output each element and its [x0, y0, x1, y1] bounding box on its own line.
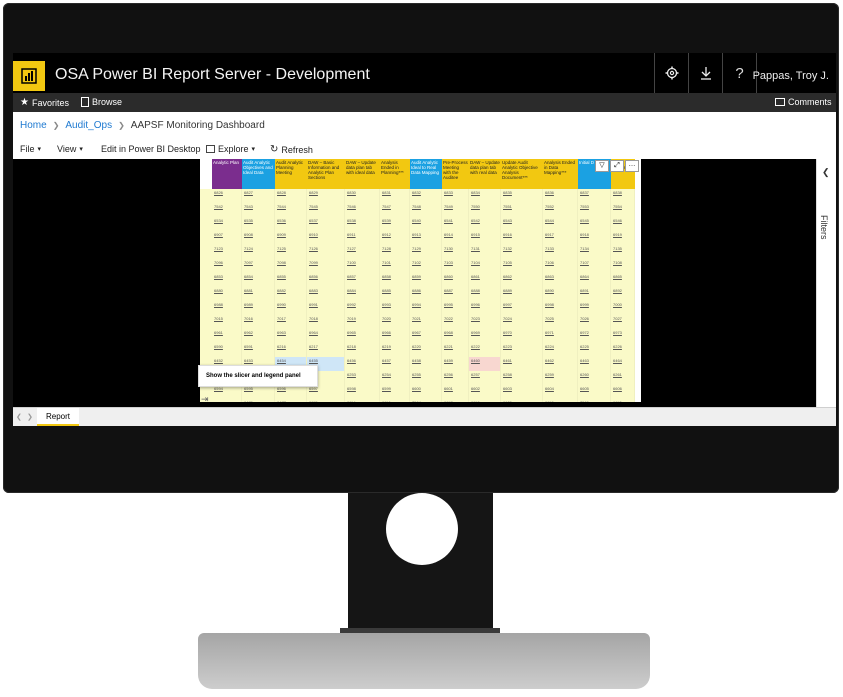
download-icon[interactable]	[688, 53, 722, 93]
favorites-label: Favorites	[31, 97, 69, 108]
refresh-icon: ↻	[270, 144, 279, 155]
table-cell[interactable]: 6120	[501, 399, 543, 402]
explore-label: Explore	[218, 144, 249, 154]
tab-report[interactable]: Report	[37, 408, 79, 426]
chevron-left-icon[interactable]: ❮	[16, 413, 22, 421]
column-header[interactable]: Update Audit Analytic Objective Analysis…	[501, 159, 543, 189]
filters-pane[interactable]: ❮ Filters	[816, 159, 836, 407]
column-header[interactable]: DAW – Update data plan tab with real dat…	[469, 159, 501, 189]
report-canvas: Analytic Plan Audit Analytic Objectives a…	[13, 159, 817, 407]
monitor-base	[198, 633, 650, 689]
table-cell[interactable]: 7564	[410, 399, 442, 402]
chevron-right-icon[interactable]: ❯	[27, 413, 33, 421]
app-title: OSA Power BI Report Server - Development	[55, 66, 370, 83]
edit-label: Edit in Power BI Desktop	[101, 144, 201, 154]
column-header[interactable]: Analytic Plan	[212, 159, 242, 189]
column-header[interactable]: Pre-Process Meeting with the Auditee	[442, 159, 469, 189]
column-header[interactable]: Audit Analytic Ideal to Real Data Mappin…	[410, 159, 442, 189]
browse-icon	[81, 97, 89, 107]
browse-label: Browse	[92, 97, 123, 107]
app-header: OSA Power BI Report Server - Development…	[13, 53, 836, 93]
more-options-icon[interactable]: …	[625, 160, 639, 172]
expand-panel-icon[interactable]: ⇥	[201, 394, 211, 404]
chevron-down-icon: ▾	[251, 146, 256, 153]
power-bi-logo-icon[interactable]	[13, 61, 45, 91]
table-cell[interactable]: 6114	[345, 399, 380, 402]
star-icon: ★	[20, 97, 29, 108]
chevron-down-icon: ▾	[79, 146, 83, 153]
tab-report-label: Report	[45, 412, 70, 421]
table-cell[interactable]: 6117	[442, 399, 469, 402]
slicer-tooltip: Show the slicer and legend panel	[198, 365, 318, 387]
comment-icon	[775, 98, 785, 106]
comments-button[interactable]: Comments	[775, 97, 832, 107]
chevron-down-icon: ▾	[37, 146, 42, 153]
visual-header-toolbar: ▽ ⤢ …	[595, 160, 639, 172]
breadcrumb-home[interactable]: Home	[20, 120, 47, 131]
edit-in-desktop-button[interactable]: Edit in Power BI Desktop	[101, 144, 201, 154]
breadcrumb: Home ❯ Audit_Ops ❯ AAPSF Monitoring Dashboar…	[13, 112, 836, 139]
refresh-label: Refresh	[281, 144, 313, 155]
table-cell[interactable]: 6115	[307, 399, 345, 402]
table-cell[interactable]	[212, 399, 242, 402]
explore-icon	[206, 145, 215, 153]
favorites-link[interactable]: ★ Favorites	[20, 97, 69, 108]
column-header[interactable]: DAW – Basic Information and Analytic Pla…	[307, 159, 345, 189]
focus-mode-icon[interactable]: ⤢	[610, 160, 624, 172]
refresh-button[interactable]: ↻ Refresh	[270, 144, 313, 155]
table-cell[interactable]: 6112	[611, 399, 635, 402]
page-tabs-bar: ❮ ❯ Report	[13, 407, 836, 426]
table-cell[interactable]: 7560	[578, 399, 611, 402]
view-menu[interactable]: View ▾	[57, 144, 83, 154]
chevron-right-icon: ❯	[52, 121, 60, 130]
column-header[interactable]: Audit Analytic Objectives and Ideal Data	[242, 159, 275, 189]
filter-icon[interactable]: ▽	[595, 160, 609, 172]
breadcrumb-report: AAPSF Monitoring Dashboard	[130, 120, 265, 131]
monitor-bezel: OSA Power BI Report Server - Development…	[3, 3, 839, 493]
filters-label: Filters	[819, 215, 829, 240]
stand-cable-hole	[386, 493, 458, 565]
explore-menu[interactable]: Explore ▾	[206, 144, 255, 154]
column-header[interactable]: DAW – Update data plan tab with ideal da…	[345, 159, 380, 189]
column-header[interactable]: Analysis Ended in Planning***	[380, 159, 410, 189]
breadcrumb-folder[interactable]: Audit_Ops	[65, 120, 112, 131]
chevron-right-icon: ❯	[118, 121, 125, 130]
column-header[interactable]: Audit Analytic Planning Meeting	[275, 159, 307, 189]
favorites-bar: ★ Favorites Browse Comments	[13, 93, 836, 112]
table-cell[interactable]: 6116	[380, 399, 410, 402]
browse-link[interactable]: Browse	[81, 97, 122, 107]
gear-icon[interactable]	[654, 53, 688, 93]
file-menu[interactable]: File ▾	[20, 144, 41, 154]
help-glyph: ?	[735, 64, 744, 82]
file-label: File	[20, 144, 35, 154]
table-cell[interactable]: 6476	[242, 399, 275, 402]
table-cell[interactable]: 6118	[543, 399, 578, 402]
column-header[interactable]: Analysis Ended in Data Mapping***	[543, 159, 578, 189]
report-toolbar: File ▾ View ▾ Edit in Power BI Desktop Exp…	[13, 138, 836, 159]
user-name[interactable]: Pappas, Troy J.	[753, 70, 829, 82]
screen: OSA Power BI Report Server - Development…	[13, 53, 836, 426]
view-label: View	[57, 144, 77, 154]
chevron-left-icon[interactable]: ❮	[822, 167, 830, 178]
table-cell[interactable]: 6477	[275, 399, 307, 402]
table-cell[interactable]: 6118	[469, 399, 501, 402]
comments-label: Comments	[788, 97, 832, 107]
